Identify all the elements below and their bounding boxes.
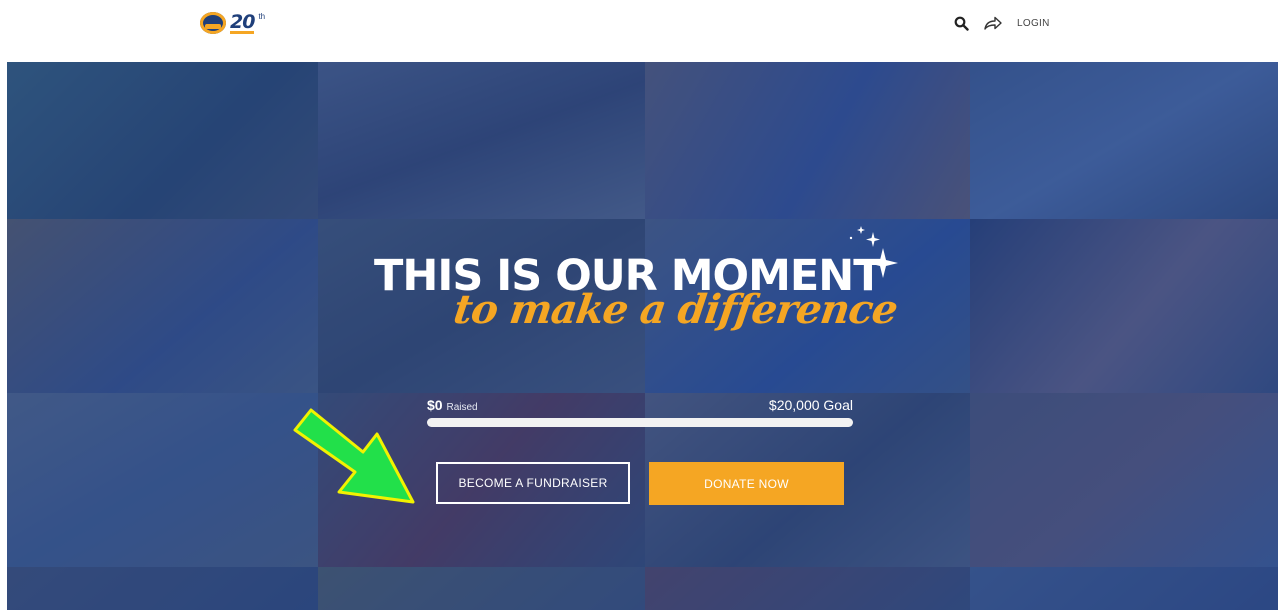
header-nav: LOGIN — [954, 12, 1050, 34]
site-header: 20 th LOGIN — [0, 0, 1278, 62]
raised-caption: Raised — [446, 402, 478, 413]
donate-now-button[interactable]: DONATE NOW — [649, 462, 844, 505]
green-arrow-icon — [293, 408, 415, 504]
hero-headline: THIS IS OUR MOMENT to make a difference — [374, 254, 914, 333]
hero-overlay — [7, 62, 1278, 610]
site-logo[interactable]: 20 th — [200, 10, 265, 36]
search-icon[interactable] — [954, 16, 969, 31]
hero-banner: THIS IS OUR MOMENT to make a difference … — [7, 62, 1278, 610]
raised-amount: $0 Raised — [427, 397, 478, 413]
raised-value: $0 — [427, 397, 443, 413]
goal-amount: $20,000 Goal — [768, 397, 853, 413]
logo-anniversary-suffix: th — [258, 12, 266, 21]
become-fundraiser-button[interactable]: BECOME A FUNDRAISER — [436, 462, 630, 504]
headline-sub: to make a difference — [450, 286, 901, 333]
fundraising-progress-bar — [427, 418, 853, 427]
sparkle-icon — [849, 226, 898, 278]
logo-anniversary-number: 20 — [230, 10, 255, 34]
share-icon[interactable] — [983, 15, 1003, 31]
login-link[interactable]: LOGIN — [1017, 18, 1050, 29]
logo-badge-icon — [200, 12, 226, 34]
